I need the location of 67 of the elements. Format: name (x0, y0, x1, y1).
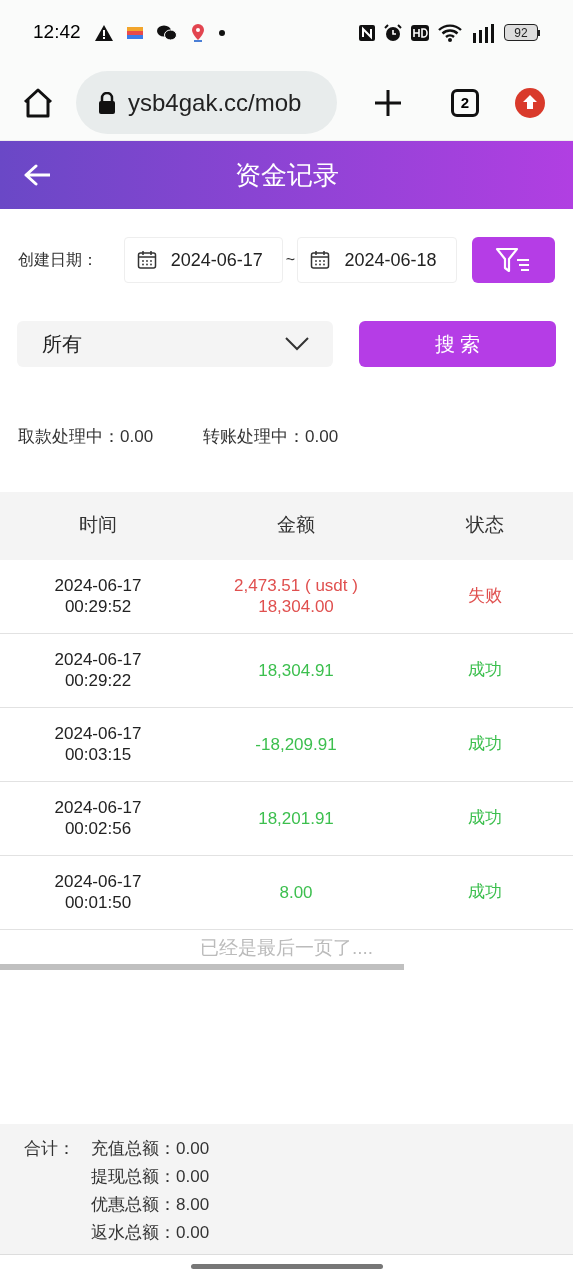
status-cell: 成功 (467, 808, 502, 828)
total-value: 8.00 (176, 1194, 210, 1216)
lock-icon (98, 91, 116, 114)
time-cell: 2024-06-17 (54, 649, 142, 670)
amount-cell: 2,473.51 ( usdt ) (234, 575, 358, 596)
calendar-icon (136, 250, 157, 270)
alarm-icon (384, 23, 402, 42)
dot-icon (218, 29, 225, 36)
processing-label: 取款处理中： (18, 426, 120, 448)
column-header: 时间 (79, 514, 117, 536)
amount-cell: 18,304.91 (258, 659, 334, 681)
total-value: 0.00 (176, 1138, 210, 1160)
amount-cell: 18,304.00 (258, 596, 334, 617)
date-label: 创建日期： (18, 250, 99, 270)
plus-icon[interactable] (375, 89, 401, 116)
warning-icon (94, 24, 113, 41)
status-cell: 失败 (467, 586, 502, 606)
total-value: 0.00 (176, 1222, 210, 1244)
search-button[interactable]: 搜 索 (359, 321, 556, 367)
end-of-list-message: 已经是最后一页了.... (199, 936, 374, 961)
column-header: 金额 (277, 514, 315, 536)
total-value: 0.00 (176, 1166, 210, 1188)
total-label: 提现总额： (91, 1166, 176, 1188)
filter-button[interactable] (472, 237, 555, 283)
chevron-down-icon (285, 337, 309, 351)
amount-cell: 18,201.91 (258, 807, 334, 829)
type-select[interactable]: 所有 (17, 321, 333, 367)
column-header: 状态 (465, 514, 504, 536)
status-time: 12:42 (33, 20, 81, 45)
processing-value: 0.00 (120, 426, 154, 448)
time-cell: 00:02:56 (64, 818, 132, 839)
location-pin-icon (190, 23, 205, 42)
status-cell: 成功 (467, 734, 502, 754)
signal-icon (471, 22, 495, 43)
wifi-icon (438, 23, 462, 42)
upload-icon[interactable] (515, 87, 545, 118)
time-cell: 2024-06-17 (54, 723, 142, 744)
time-cell: 2024-06-17 (54, 575, 142, 596)
status-cell: 成功 (467, 660, 502, 680)
address-bar[interactable]: ysb4gak.cc/mob (76, 71, 337, 134)
processing-value: 0.00 (305, 426, 339, 448)
total-label: 充值总额： (91, 1138, 176, 1160)
page-title: 资金记录 (234, 158, 339, 192)
time-cell: 00:01:50 (64, 892, 132, 913)
totals-label: 合计： (24, 1138, 76, 1160)
tab-count-button[interactable]: 2 (451, 88, 479, 117)
battery-icon: 92 (504, 24, 540, 41)
time-cell: 00:29:52 (64, 596, 132, 617)
time-cell: 2024-06-17 (54, 871, 142, 892)
chat-icon (156, 24, 177, 41)
date-separator: ~ (284, 250, 297, 270)
time-cell: 00:29:22 (64, 670, 132, 691)
back-arrow-icon[interactable] (24, 164, 50, 186)
amount-cell: -18,209.91 (255, 733, 337, 755)
start-date-field[interactable]: 2024-06-17 (123, 237, 284, 283)
home-icon[interactable] (22, 87, 54, 118)
total-label: 优惠总额： (91, 1194, 176, 1216)
calendar-icon (310, 250, 331, 270)
hd-icon (411, 24, 429, 41)
end-date-field[interactable]: 2024-06-18 (297, 237, 458, 283)
amount-cell: 8.00 (279, 881, 313, 903)
processing-label: 转账处理中： (203, 426, 306, 448)
nfc-icon (359, 24, 375, 41)
status-cell: 成功 (467, 882, 502, 902)
time-cell: 00:03:15 (64, 744, 132, 765)
time-cell: 2024-06-17 (54, 797, 142, 818)
total-label: 返水总额： (91, 1222, 176, 1244)
